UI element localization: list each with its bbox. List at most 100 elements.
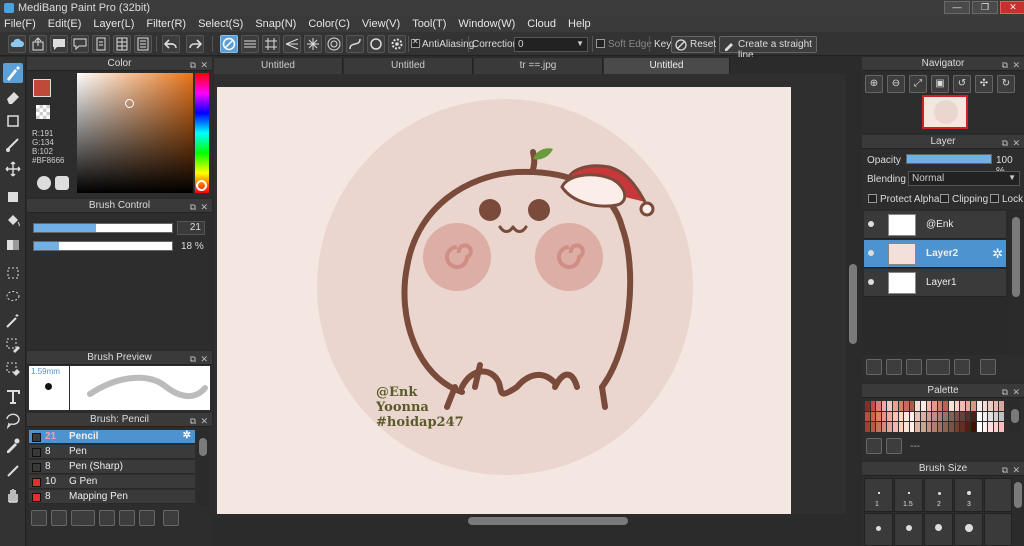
balloon-tool-icon[interactable] [3, 411, 23, 431]
undock-icon[interactable]: ⧉ [1002, 58, 1008, 72]
soft-edge-checkbox[interactable] [596, 39, 605, 48]
visibility-icon[interactable] [868, 250, 874, 256]
tab-untitled-active[interactable]: Untitled [604, 58, 730, 74]
palette-swatch[interactable] [932, 411, 937, 422]
duplicate-icon[interactable] [139, 510, 155, 526]
palette-swatch[interactable] [909, 411, 915, 422]
palette-swatch[interactable] [926, 422, 932, 432]
palette-swatch[interactable] [949, 422, 954, 432]
palette-swatch[interactable] [893, 422, 898, 432]
grid-doc-icon[interactable] [113, 35, 131, 53]
palette-swatch[interactable] [876, 422, 881, 432]
color-wheel-icon[interactable] [37, 176, 51, 190]
palette-swatch[interactable] [999, 401, 1004, 411]
trash-icon[interactable] [886, 438, 902, 454]
palette-swatch[interactable] [943, 411, 948, 422]
duplicate-icon[interactable] [980, 359, 996, 375]
palette-swatch[interactable] [960, 422, 965, 432]
palette-swatch[interactable] [988, 422, 993, 432]
menu-snap[interactable]: Snap(N) [255, 18, 296, 30]
move-tool-icon[interactable] [3, 159, 23, 179]
palette-swatch[interactable] [881, 401, 887, 411]
palette-swatch[interactable] [876, 411, 881, 422]
navigator-thumbnail[interactable] [922, 95, 968, 129]
pipette-tool-icon[interactable] [3, 461, 23, 481]
undock-icon[interactable]: ⧉ [190, 200, 196, 214]
brush-size-cell[interactable]: 1 [864, 478, 893, 512]
palette-swatch[interactable] [988, 401, 993, 411]
brush-size-value[interactable]: 21 [177, 221, 205, 235]
speech-icon[interactable] [71, 35, 89, 53]
parallel-snap-icon[interactable] [241, 35, 259, 53]
zoom-in-icon[interactable]: ⊕ [865, 75, 883, 93]
palette-swatch[interactable] [865, 401, 870, 411]
visibility-icon[interactable] [868, 279, 874, 285]
palette-swatch[interactable] [904, 401, 909, 411]
comment-icon[interactable] [50, 35, 68, 53]
close-icon[interactable]: ✕ [1012, 58, 1020, 72]
palette-swatch[interactable] [954, 411, 960, 422]
palette-swatch[interactable] [909, 401, 915, 411]
cross-snap-icon[interactable] [262, 35, 280, 53]
brush-size-cell[interactable] [984, 478, 1012, 512]
new-brush-icon[interactable] [51, 510, 67, 526]
menu-select[interactable]: Select(S) [198, 18, 243, 30]
palette-swatch[interactable] [932, 422, 937, 432]
rectangle-tool-icon[interactable] [3, 111, 23, 131]
palette-swatch[interactable] [937, 411, 943, 422]
close-button[interactable]: ✕ [1000, 1, 1024, 14]
brush-size-cell[interactable]: 1.5 [894, 478, 923, 512]
palette-swatch[interactable] [971, 401, 976, 411]
palette-swatch[interactable] [993, 401, 999, 411]
clipping-checkbox[interactable] [940, 194, 949, 203]
scrollbar-thumb[interactable] [1014, 482, 1022, 508]
palette-swatch[interactable] [949, 401, 954, 411]
snap-off-icon[interactable] [220, 35, 238, 53]
brush-item-mapping-pen[interactable]: 8 Mapping Pen [29, 490, 195, 504]
undock-icon[interactable]: ⧉ [190, 58, 196, 72]
eraser-tool-icon[interactable] [3, 87, 23, 107]
radial-snap-icon[interactable] [304, 35, 322, 53]
palette-swatch[interactable] [909, 422, 915, 432]
palette-swatch[interactable] [876, 401, 881, 411]
palette-swatch[interactable] [870, 401, 876, 411]
brush-item-pencil[interactable]: 21 Pencil ✲ [29, 430, 195, 444]
new-halftone-layer-icon[interactable] [886, 359, 902, 375]
palette-swatch[interactable] [904, 422, 909, 432]
new-layer-icon[interactable] [866, 359, 882, 375]
palette-swatch[interactable] [954, 401, 960, 411]
palette-swatch[interactable] [865, 422, 870, 432]
close-icon[interactable]: ✕ [1012, 463, 1020, 477]
menu-tool[interactable]: Tool(T) [412, 18, 446, 30]
brush-size-cell[interactable] [894, 513, 923, 546]
palette-swatch[interactable] [921, 411, 926, 422]
transparent-swatch[interactable] [36, 105, 50, 119]
palette-swatch[interactable] [887, 411, 892, 422]
cloud-icon[interactable] [8, 35, 26, 53]
circle-snap-icon[interactable] [367, 35, 385, 53]
dot-brush-tool-icon[interactable] [3, 135, 23, 155]
lock-checkbox[interactable] [990, 194, 999, 203]
palette-swatch[interactable] [982, 411, 988, 422]
lasso-tool-icon[interactable] [3, 287, 23, 307]
palette-swatch[interactable] [881, 422, 887, 432]
hand-tool-icon[interactable] [3, 485, 23, 505]
layer-row-layer2[interactable]: Layer2 ✲ [864, 240, 1006, 268]
undock-icon[interactable]: ⧉ [1002, 385, 1008, 399]
palette-swatch[interactable] [915, 411, 920, 422]
palette-swatch[interactable] [937, 422, 943, 432]
trash-icon[interactable] [163, 510, 179, 526]
scrollbar-thumb[interactable] [468, 517, 628, 525]
visibility-icon[interactable] [868, 221, 874, 227]
brush-tool-icon[interactable] [3, 63, 23, 83]
hue-slider[interactable] [195, 73, 209, 193]
close-icon[interactable]: ✕ [200, 200, 208, 214]
brush-item-pen-sharp[interactable]: 8 Pen (Sharp) [29, 460, 195, 474]
brush-settings-icon[interactable] [99, 510, 115, 526]
menu-view[interactable]: View(V) [362, 18, 400, 30]
menu-help[interactable]: Help [568, 18, 591, 30]
palette-swatch[interactable] [993, 411, 999, 422]
gear-icon[interactable]: ✲ [992, 246, 1003, 262]
close-icon[interactable]: ✕ [200, 352, 208, 366]
palette-swatch[interactable] [943, 422, 948, 432]
